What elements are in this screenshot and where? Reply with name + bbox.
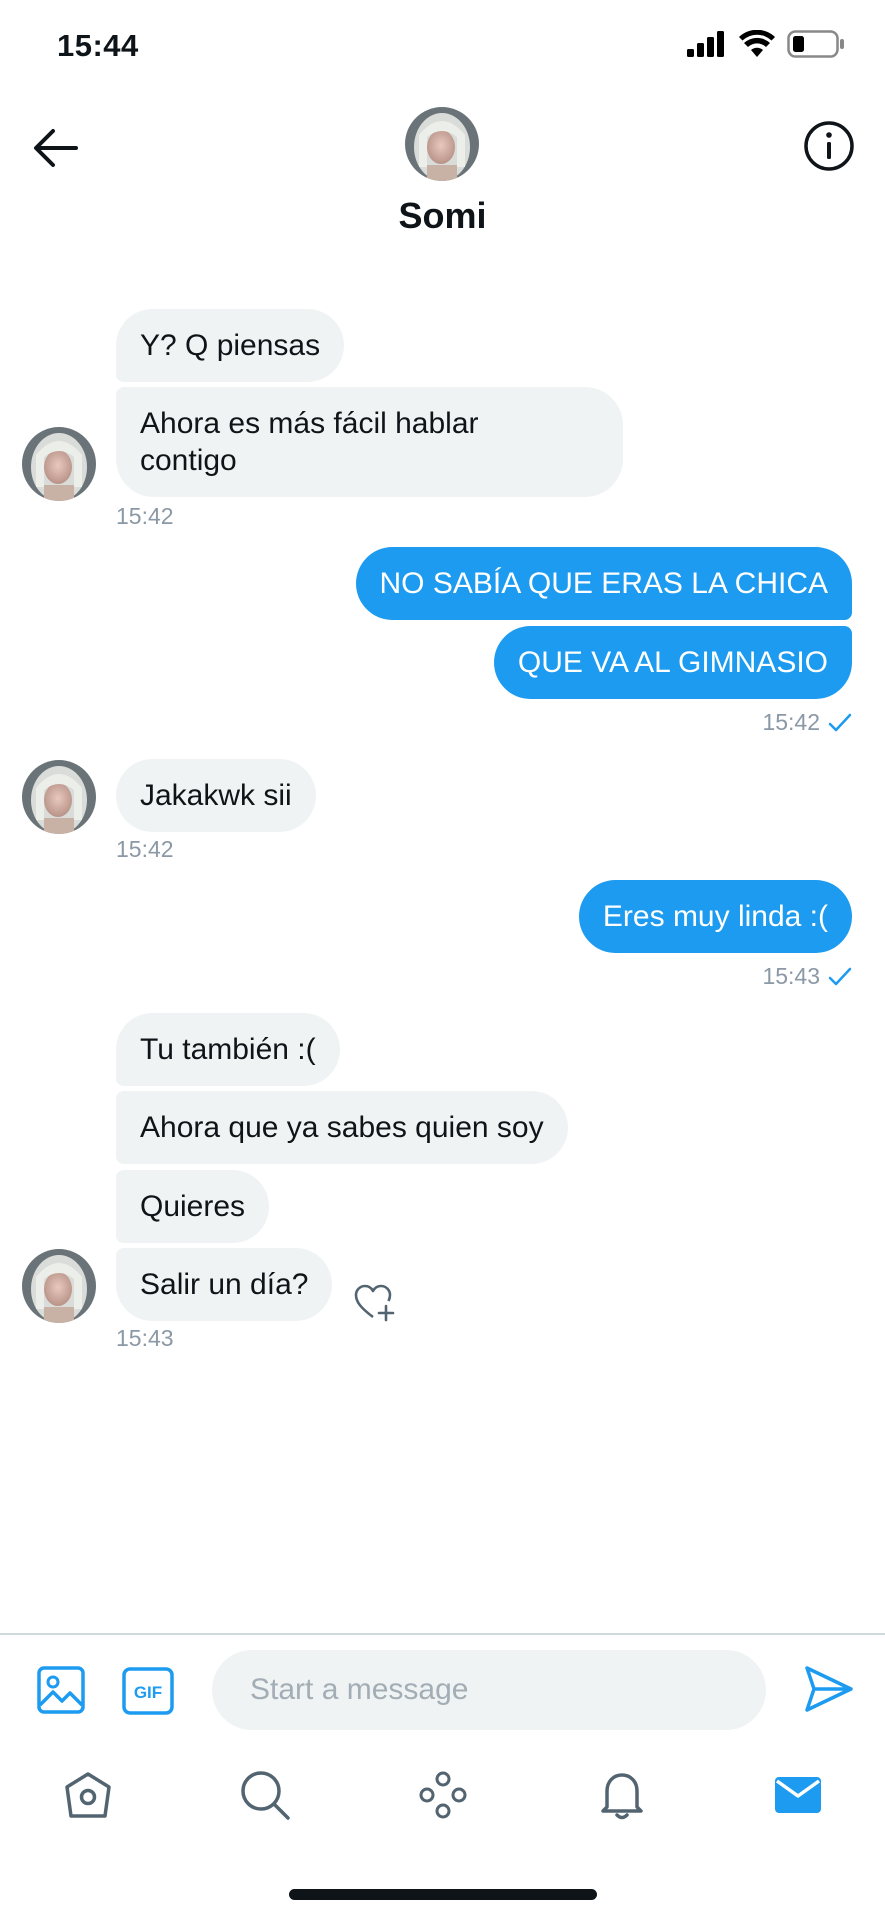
message-status: 15:43 xyxy=(762,963,852,990)
message-incoming[interactable]: Ahora que ya sabes quien soy xyxy=(116,1091,568,1164)
info-icon xyxy=(804,121,854,171)
message-incoming[interactable]: Tu también :( xyxy=(116,1013,340,1086)
status-bar: 15:44 xyxy=(0,0,885,95)
gif-icon: GIF xyxy=(122,1667,174,1715)
image-icon xyxy=(37,1666,85,1714)
contact-avatar[interactable] xyxy=(22,1249,96,1323)
contact-name[interactable]: Somi xyxy=(0,195,885,237)
send-button[interactable] xyxy=(803,1663,855,1715)
message-timestamp: 15:42 xyxy=(116,836,174,862)
home-indicator xyxy=(289,1889,597,1900)
message-timestamp: 15:42 xyxy=(116,503,174,529)
back-button[interactable] xyxy=(30,123,80,173)
media-button[interactable] xyxy=(36,1665,86,1715)
message-incoming[interactable]: Ahora es más fácil hablar contigo xyxy=(116,387,623,497)
search-icon xyxy=(241,1771,290,1820)
gif-button[interactable]: GIF xyxy=(122,1667,174,1715)
message-line: Ahora es más fácil hablar xyxy=(140,407,479,440)
message-outgoing[interactable]: QUE VA AL GIMNASIO xyxy=(493,626,852,699)
message-line: contigo xyxy=(140,444,237,477)
gif-label: GIF xyxy=(134,1683,162,1702)
message-status: 15:42 xyxy=(762,709,852,736)
message-outgoing[interactable]: Eres muy linda :( xyxy=(578,880,852,953)
checkmark-icon xyxy=(828,967,852,985)
bottom-navigation xyxy=(0,1755,885,1835)
message-timestamp: 15:43 xyxy=(762,963,820,989)
info-button[interactable] xyxy=(803,120,855,172)
contact-avatar[interactable] xyxy=(22,760,96,834)
arrow-left-icon xyxy=(34,129,78,167)
message-incoming[interactable]: Quieres xyxy=(116,1170,270,1243)
status-icons xyxy=(687,29,845,63)
message-outgoing[interactable]: NO SABÍA QUE ERAS LA CHICA xyxy=(355,547,852,620)
communities-icon xyxy=(419,1771,467,1819)
header-avatar[interactable] xyxy=(405,107,479,181)
mail-icon xyxy=(775,1777,821,1813)
tab-messages[interactable] xyxy=(770,1767,826,1823)
conversation-header: Somi xyxy=(0,95,885,245)
message-incoming[interactable]: Y? Q piensas xyxy=(116,309,345,382)
react-button[interactable] xyxy=(353,1283,397,1323)
heart-plus-icon xyxy=(354,1284,395,1322)
status-time: 15:44 xyxy=(57,28,139,63)
contact-avatar[interactable] xyxy=(22,427,96,501)
message-incoming[interactable]: Salir un día? xyxy=(116,1248,333,1321)
send-icon xyxy=(805,1666,853,1712)
home-icon xyxy=(65,1772,111,1818)
message-composer: GIF xyxy=(0,1635,885,1747)
battery-icon xyxy=(787,30,845,63)
tab-home[interactable] xyxy=(60,1767,116,1823)
tab-notifications[interactable] xyxy=(594,1767,650,1823)
signal-icon xyxy=(687,31,727,62)
message-input[interactable] xyxy=(212,1650,766,1730)
message-incoming[interactable]: Jakakwk sii xyxy=(116,759,316,832)
tab-search[interactable] xyxy=(237,1767,293,1823)
wifi-icon xyxy=(739,29,775,63)
tab-communities[interactable] xyxy=(415,1767,471,1823)
message-timestamp: 15:43 xyxy=(116,1325,174,1351)
message-timestamp: 15:42 xyxy=(762,709,820,735)
bell-icon xyxy=(601,1773,643,1820)
checkmark-icon xyxy=(828,713,852,731)
